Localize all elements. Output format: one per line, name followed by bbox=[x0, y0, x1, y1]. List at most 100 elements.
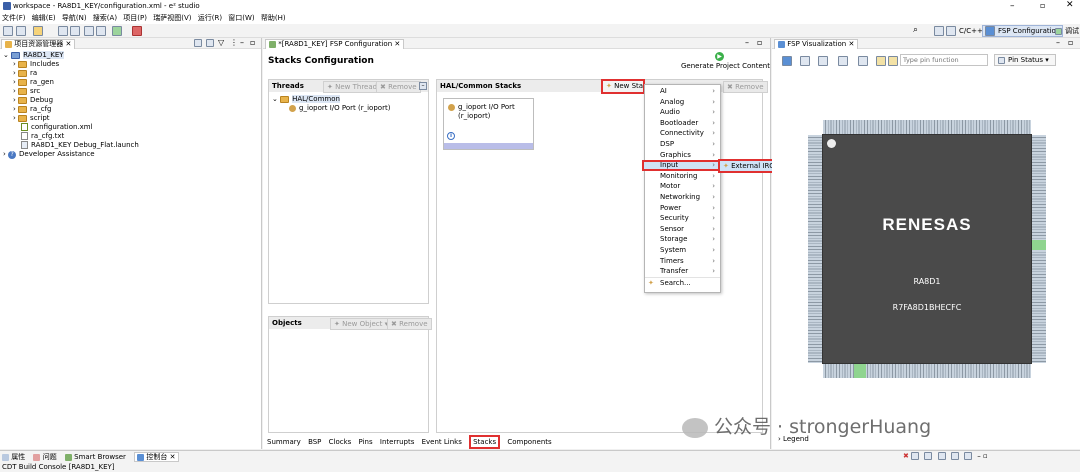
tree-launch-file[interactable]: RA8D1_KEY Debug_Flat.launch bbox=[3, 141, 261, 150]
rotate-icon[interactable] bbox=[858, 56, 868, 66]
pin-status-dropdown[interactable]: Pin Status ▾ bbox=[994, 54, 1056, 66]
new-object-button[interactable]: ✦ New Object ▾ bbox=[330, 318, 393, 330]
tree-script[interactable]: › script bbox=[3, 114, 261, 123]
zoom-in-icon[interactable] bbox=[818, 56, 828, 66]
expand-arrow-icon[interactable]: ⌄ bbox=[272, 95, 278, 103]
tab-interrupts[interactable]: Interrupts bbox=[380, 438, 414, 446]
pin-function-filter[interactable] bbox=[900, 54, 988, 66]
undo-icon[interactable] bbox=[58, 26, 68, 36]
menu-renesas-views[interactable]: 瑞萨视图(V) bbox=[153, 14, 191, 22]
close-icon[interactable]: ✕ bbox=[1066, 0, 1074, 10]
thread-hal-common[interactable]: ⌄ HAL/Common bbox=[272, 95, 340, 104]
perspective-fsp[interactable]: FSP Configuration bbox=[982, 25, 1064, 37]
menu-search[interactable]: 搜索(A) bbox=[93, 14, 117, 22]
minimize-view-icon[interactable]: – bbox=[240, 38, 244, 47]
menu-item-security[interactable]: Security › bbox=[645, 213, 720, 224]
info-icon[interactable]: i bbox=[447, 132, 455, 140]
menu-item-connectivity[interactable]: Connectivity › bbox=[645, 128, 720, 139]
menu-item-transfer[interactable]: Transfer › bbox=[645, 266, 720, 277]
print-icon[interactable] bbox=[876, 56, 886, 66]
build-icon[interactable] bbox=[33, 26, 43, 36]
tree-developer-assistance[interactable]: › ? Developer Assistance bbox=[3, 150, 261, 159]
tab-smart-browser[interactable]: Smart Browser bbox=[64, 453, 126, 461]
console-icon[interactable] bbox=[84, 26, 94, 36]
collapsed-arrow-icon[interactable]: › bbox=[13, 78, 16, 86]
clear-console-icon[interactable]: ✖ bbox=[903, 452, 909, 460]
collapsed-arrow-icon[interactable]: › bbox=[13, 96, 16, 104]
zoom-out-icon[interactable] bbox=[838, 56, 848, 66]
tree-ra-cfg[interactable]: › ra_cfg bbox=[3, 105, 261, 114]
remove-stack-button[interactable]: ✖ Remove bbox=[723, 81, 768, 93]
tree-configuration-xml[interactable]: configuration.xml bbox=[3, 123, 261, 132]
expand-arrow-icon[interactable]: ⌄ bbox=[3, 51, 9, 59]
new-thread-button[interactable]: ✦ New Thread bbox=[323, 81, 382, 93]
minimize-icon[interactable]: – bbox=[1010, 1, 1015, 11]
new-icon[interactable] bbox=[3, 26, 13, 36]
maximize-icon[interactable]: ▫ bbox=[1040, 1, 1045, 10]
collapsed-arrow-icon[interactable]: › bbox=[13, 114, 16, 122]
generate-project-content-button[interactable]: Generate Project Content bbox=[681, 62, 770, 70]
tab-event-links[interactable]: Event Links bbox=[422, 438, 462, 446]
collapsed-arrow-icon[interactable]: › bbox=[13, 69, 16, 77]
tree-includes[interactable]: › Includes bbox=[3, 60, 261, 69]
menu-item-monitoring[interactable]: Monitoring › bbox=[645, 171, 720, 182]
tree-debug[interactable]: › Debug bbox=[3, 96, 261, 105]
tree-ra[interactable]: › ra bbox=[3, 69, 261, 78]
perspective-cpp[interactable]: C/C++ bbox=[946, 26, 983, 36]
minimize-console-icon[interactable]: – bbox=[977, 452, 981, 460]
collapsed-arrow-icon[interactable]: › bbox=[13, 60, 16, 68]
search-icon[interactable]: ⌕ bbox=[913, 25, 918, 35]
viz-tab[interactable]: FSP Visualization ✕ bbox=[774, 39, 859, 49]
collapse-all-icon[interactable] bbox=[194, 39, 202, 47]
menu-navigate[interactable]: 导航(N) bbox=[62, 14, 87, 22]
minimize-viz-icon[interactable]: – bbox=[1056, 38, 1060, 47]
collapsed-arrow-icon[interactable]: › bbox=[13, 105, 16, 113]
maximize-console-icon[interactable]: ▫ bbox=[983, 452, 988, 460]
tree-project[interactable]: ⌄ RA8D1_KEY bbox=[3, 51, 261, 60]
thread-ioport[interactable]: g_ioport I/O Port (r_ioport) bbox=[289, 104, 390, 113]
new-stack-button[interactable]: ✦ New Stack bbox=[601, 79, 645, 94]
debug-icon[interactable] bbox=[112, 26, 122, 36]
tab-stacks[interactable]: Stacks bbox=[469, 435, 501, 449]
maximize-viz-icon[interactable]: ▫ bbox=[1068, 38, 1073, 47]
open-console-icon[interactable] bbox=[964, 452, 973, 460]
remove-object-button[interactable]: ✖ Remove bbox=[387, 318, 432, 330]
menu-item-motor[interactable]: Motor › bbox=[645, 181, 720, 192]
minimize-editor-icon[interactable]: – bbox=[745, 38, 749, 47]
display-console-icon[interactable] bbox=[950, 452, 959, 460]
menu-help[interactable]: 帮助(H) bbox=[261, 14, 286, 22]
open-perspective-icon[interactable] bbox=[934, 26, 944, 36]
terminal-icon[interactable] bbox=[96, 26, 106, 36]
tab-components[interactable]: Components bbox=[507, 438, 551, 446]
menu-item-storage[interactable]: Storage › bbox=[645, 234, 720, 245]
export-icon[interactable] bbox=[782, 56, 792, 66]
menu-item-ai[interactable]: AI › bbox=[645, 86, 720, 97]
tab-summary[interactable]: Summary bbox=[267, 438, 301, 446]
fit-icon[interactable] bbox=[800, 56, 810, 66]
collapse-threads-icon[interactable]: – bbox=[419, 82, 427, 90]
redo-icon[interactable] bbox=[70, 26, 80, 36]
menu-edit[interactable]: 编辑(E) bbox=[32, 14, 56, 22]
menu-item-bootloader[interactable]: Bootloader › bbox=[645, 118, 720, 129]
menu-item-audio[interactable]: Audio › bbox=[645, 107, 720, 118]
word-wrap-icon[interactable] bbox=[937, 452, 946, 460]
ioport-stack-card[interactable]: g_ioport I/O Port (r_ioport) i bbox=[443, 98, 534, 150]
menu-item-sensor[interactable]: Sensor › bbox=[645, 224, 720, 235]
menu-item-timers[interactable]: Timers › bbox=[645, 256, 720, 267]
view-menu-icon[interactable]: ⋮ bbox=[230, 38, 238, 47]
collapsed-arrow-icon[interactable]: › bbox=[3, 150, 6, 158]
maximize-view-icon[interactable]: ▫ bbox=[250, 38, 255, 47]
menu-item-graphics[interactable]: Graphics › bbox=[645, 150, 720, 161]
menu-file[interactable]: 文件(F) bbox=[2, 14, 26, 22]
menu-item-analog[interactable]: Analog › bbox=[645, 97, 720, 108]
menu-item-search[interactable]: ✦ Search... bbox=[645, 276, 720, 288]
link-editor-icon[interactable] bbox=[206, 39, 214, 47]
editor-tab[interactable]: *[RA8D1_KEY] FSP Configuration ✕ bbox=[265, 39, 405, 49]
tree-src[interactable]: › src bbox=[3, 87, 261, 96]
tree-ra-cfg-txt[interactable]: ra_cfg.txt bbox=[3, 132, 261, 141]
perspective-debug[interactable]: 调试 bbox=[1055, 26, 1079, 36]
explorer-tab[interactable]: 项目资源管理器 ✕ bbox=[1, 39, 76, 49]
generate-icon[interactable]: ▶ bbox=[715, 52, 724, 61]
tab-pins[interactable]: Pins bbox=[359, 438, 373, 446]
run-icon[interactable] bbox=[132, 26, 142, 36]
